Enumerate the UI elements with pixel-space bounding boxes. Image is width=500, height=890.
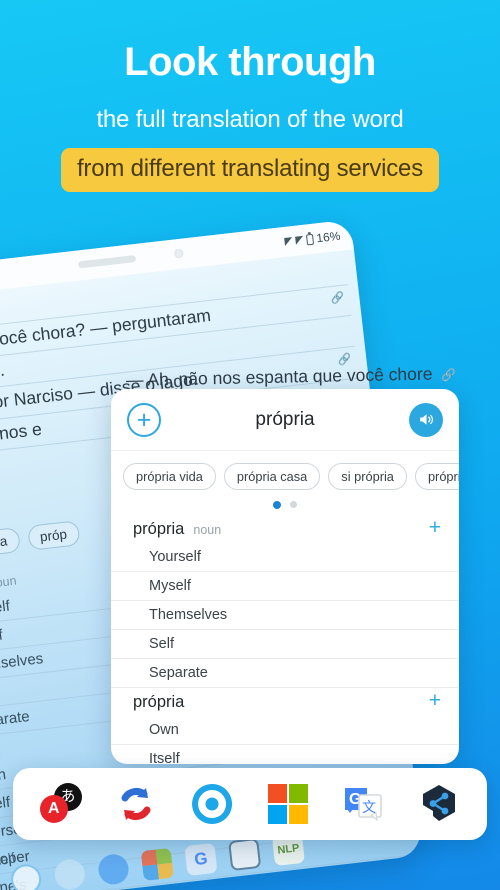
translation-item[interactable]: Myself bbox=[111, 572, 459, 601]
battery-icon bbox=[305, 233, 315, 245]
speak-word-button[interactable] bbox=[409, 402, 443, 437]
service-blue-circle[interactable] bbox=[189, 781, 235, 827]
dark-hexagon-network-icon bbox=[423, 785, 456, 821]
translation-item[interactable]: Separate bbox=[111, 659, 459, 688]
service-translator-a-japanese[interactable]: あ A bbox=[38, 781, 84, 827]
add-word-button[interactable]: + bbox=[127, 402, 161, 437]
group-word: própria bbox=[133, 693, 185, 711]
translation-card: + própria própria vida própria casa si p… bbox=[111, 389, 459, 764]
battery-percent: 16% bbox=[315, 228, 342, 246]
link-icon: 🔗 bbox=[441, 368, 457, 383]
add-group-button[interactable]: + bbox=[429, 690, 441, 711]
link-icon: 🔗 bbox=[330, 291, 346, 306]
bg-service-icon-3 bbox=[53, 857, 87, 890]
phone-front-camera bbox=[174, 248, 185, 259]
translation-item[interactable]: Own bbox=[111, 716, 459, 745]
translation-item[interactable]: Themselves bbox=[111, 601, 459, 630]
svg-text:文: 文 bbox=[362, 799, 376, 815]
pagination-dot-active[interactable] bbox=[273, 501, 281, 509]
service-microsoft-translator[interactable] bbox=[265, 781, 311, 827]
service-reverso[interactable] bbox=[113, 781, 159, 827]
signal-icon bbox=[284, 237, 293, 246]
promo-header: Look through the full translation of the… bbox=[0, 0, 500, 192]
promo-screenshot: Look through the full translation of the… bbox=[0, 0, 500, 890]
service-dark-hexagon[interactable] bbox=[416, 781, 462, 827]
group-word: própria bbox=[133, 520, 185, 538]
phrase-chip[interactable]: própria vida bbox=[123, 463, 216, 490]
translation-item[interactable]: Yourself bbox=[111, 543, 459, 572]
signal-icon-2 bbox=[295, 235, 304, 245]
translation-item[interactable]: Itself bbox=[111, 745, 459, 764]
blue-ring-icon bbox=[192, 783, 233, 824]
google-translate-icon: G 文 bbox=[345, 788, 383, 822]
pagination-dot[interactable] bbox=[290, 501, 297, 508]
status-right: 16% bbox=[284, 229, 341, 249]
promo-subtitle: the full translation of the word bbox=[96, 106, 404, 133]
translation-group-header: própria noun + bbox=[111, 515, 459, 543]
microsoft-logo-icon bbox=[267, 784, 308, 824]
card-header: + própria bbox=[111, 389, 459, 451]
phrase-chip[interactable]: si própria bbox=[328, 463, 407, 490]
translation-item[interactable]: Self bbox=[111, 630, 459, 659]
translation-services-bar: あ A G 文 bbox=[13, 768, 487, 840]
bg-service-icon-2 bbox=[9, 862, 43, 890]
phrase-chip[interactable]: própria e bbox=[414, 463, 459, 490]
related-phrases-chips: própria vida própria casa si própria pró… bbox=[111, 451, 459, 490]
speaker-icon bbox=[419, 414, 433, 425]
bg-service-icon-microsoft bbox=[140, 847, 174, 882]
bg-service-icon-4 bbox=[96, 852, 131, 886]
bg-group-pos: noun bbox=[0, 573, 18, 591]
pagination-dots bbox=[111, 490, 459, 515]
promo-badge-wrap: from different translating services bbox=[0, 148, 500, 192]
phrase-chip[interactable]: própria casa bbox=[223, 463, 321, 490]
add-group-button[interactable]: + bbox=[429, 517, 441, 538]
bg-service-icon-google: G bbox=[184, 842, 218, 877]
promo-title: Look through bbox=[124, 40, 376, 84]
group-part-of-speech: noun bbox=[193, 523, 222, 537]
phone-speaker-grille bbox=[77, 254, 137, 269]
reverso-arrows-icon bbox=[121, 787, 151, 821]
letter-a-icon: A bbox=[39, 795, 68, 823]
translation-group-header: própria + bbox=[111, 688, 459, 716]
promo-badge: from different translating services bbox=[60, 148, 440, 192]
card-word: própria bbox=[255, 408, 315, 430]
bg-service-icon-crossed bbox=[228, 837, 262, 872]
service-google-translate[interactable]: G 文 bbox=[340, 781, 386, 827]
